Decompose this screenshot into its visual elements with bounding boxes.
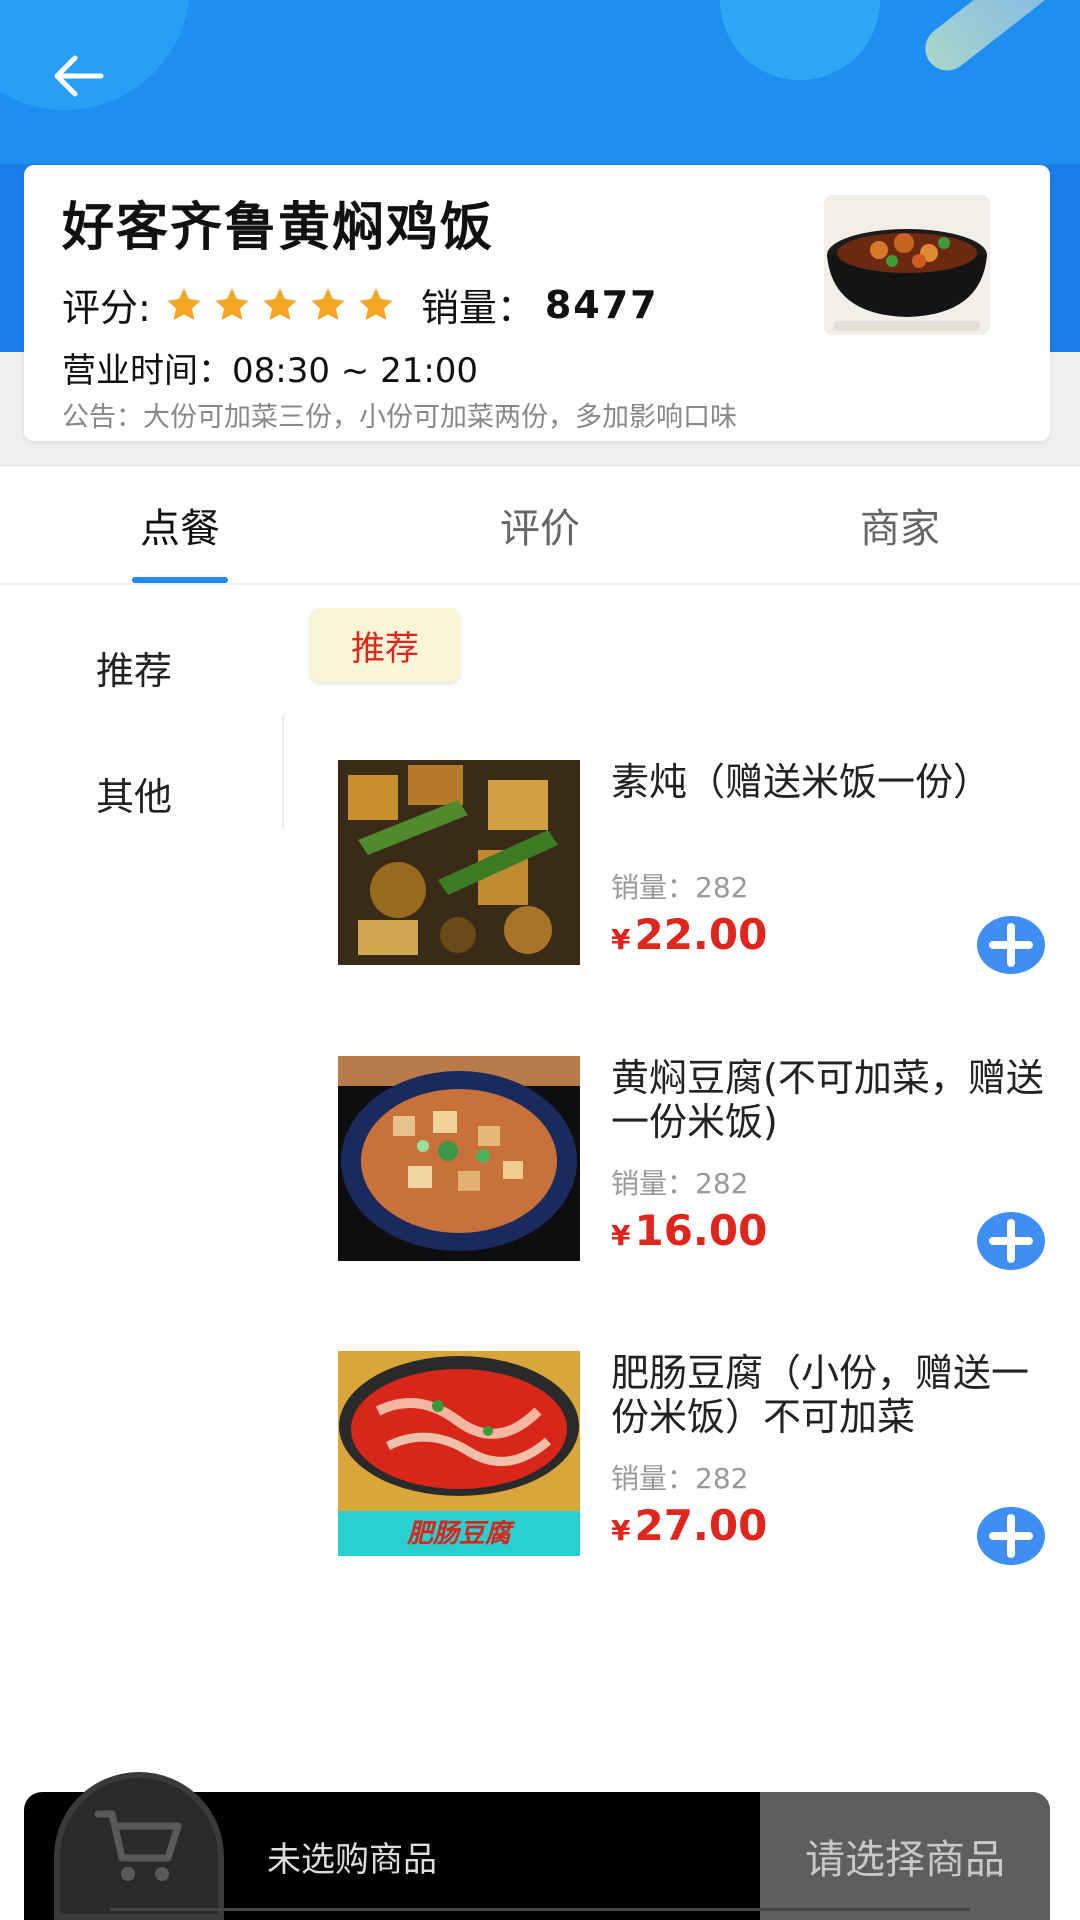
sidebar-divider [282, 715, 284, 830]
rating-row: 评分: 销量： 8477 [62, 277, 659, 332]
rating-label: 评分: [62, 286, 151, 330]
tab-order[interactable]: 点餐 [0, 467, 360, 583]
plus-circle-icon [977, 1507, 1045, 1565]
product-image-caption: 肥肠豆腐 [406, 1519, 511, 1549]
sales-label: 销量： [420, 286, 535, 330]
checkout-button[interactable]: 请选择商品 [760, 1792, 1050, 1920]
tab-reviews[interactable]: 评价 [360, 467, 720, 583]
shop-name: 好客齐鲁黄焖鸡饭 [62, 198, 495, 258]
shop-notice: 公告：大份可加菜三份，小份可加菜两份，多加影响口味 [62, 402, 737, 433]
shop-image [824, 195, 990, 335]
add-to-cart-button[interactable] [976, 1211, 1046, 1271]
product-item: 肥肠豆腐 肥肠豆腐（小份，赠送一份米饭）不可加菜 销量：282 ¥ 27.00 [338, 1351, 1060, 1565]
currency-symbol: ¥ [611, 923, 631, 956]
sidebar-item-other[interactable]: 其他 [96, 766, 172, 821]
product-name: 黄焖豆腐(不可加菜，赠送一份米饭) [611, 1056, 1044, 1144]
tab-merchant[interactable]: 商家 [720, 467, 1080, 583]
plus-circle-icon [977, 916, 1045, 974]
star-icon [263, 287, 297, 320]
bottom-divider [110, 1908, 970, 1911]
product-item: 素炖（赠送米饭一份） 销量：282 ¥ 22.00 [338, 760, 1060, 974]
product-sales: 销量：282 [611, 1462, 749, 1495]
business-hours: 营业时间：08:30 ~ 21:00 [62, 351, 479, 391]
star-icon [215, 287, 249, 320]
tab-bar: 点餐 评价 商家 [0, 467, 1080, 585]
product-name: 肥肠豆腐（小份，赠送一份米饭）不可加菜 [611, 1351, 1030, 1439]
plus-circle-icon [977, 1212, 1045, 1270]
cart-empty-text: 未选购商品 [267, 1840, 437, 1880]
shop-info-card: 好客齐鲁黄焖鸡饭 评分: 销量： 8477 营业时间：08:30 ~ 21:00… [24, 165, 1050, 441]
category-chip: 推荐 [310, 608, 460, 682]
arrow-left-icon [54, 55, 104, 97]
product-image [338, 1056, 580, 1261]
price-value: 27.00 [634, 1501, 768, 1550]
currency-symbol: ¥ [611, 1514, 631, 1547]
add-to-cart-button[interactable] [976, 915, 1046, 975]
product-name: 素炖（赠送米饭一份） [611, 760, 992, 804]
product-price: ¥ 16.00 [611, 1206, 767, 1255]
product-item: 黄焖豆腐(不可加菜，赠送一份米饭) 销量：282 ¥ 16.00 [338, 1056, 1060, 1270]
product-image: 肥肠豆腐 [338, 1351, 580, 1556]
add-to-cart-button[interactable] [976, 1506, 1046, 1566]
star-icon [167, 287, 201, 320]
price-value: 22.00 [634, 910, 768, 959]
product-price: ¥ 27.00 [611, 1501, 767, 1550]
product-image [338, 760, 580, 965]
sidebar-item-recommended[interactable]: 推荐 [96, 640, 172, 695]
rating-stars [165, 286, 395, 324]
star-icon [359, 287, 393, 320]
cart-icon [94, 1810, 182, 1881]
product-sales: 销量：282 [611, 871, 749, 904]
back-button[interactable] [48, 48, 108, 104]
star-icon [311, 287, 345, 320]
sales-value: 8477 [544, 282, 659, 327]
currency-symbol: ¥ [611, 1219, 631, 1252]
product-sales: 销量：282 [611, 1167, 749, 1200]
product-price: ¥ 22.00 [611, 910, 767, 959]
price-value: 16.00 [634, 1206, 768, 1255]
